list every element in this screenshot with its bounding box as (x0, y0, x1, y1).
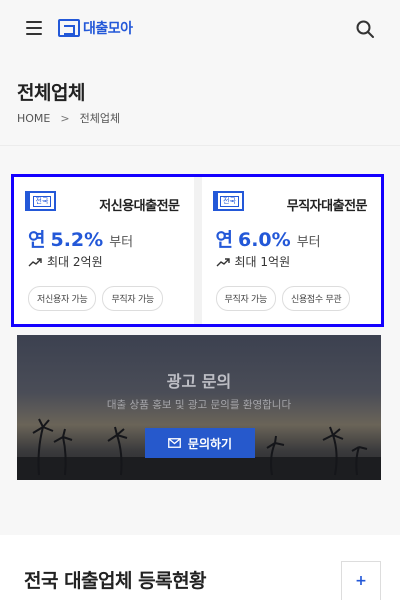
rate-value: 6.0% (237, 229, 291, 251)
tag: 저신용자 가능 (28, 286, 97, 311)
tag: 무직자 가능 (102, 286, 163, 311)
rate-line: 연 5.2% 부터 (28, 225, 133, 252)
lender-name: 무직자대출전문 (286, 199, 368, 214)
breadcrumb-current: 전체업체 (79, 112, 121, 125)
hamburger-menu-icon[interactable] (26, 21, 42, 35)
trending-up-icon (28, 257, 42, 266)
tag: 신용점수 무관 (281, 286, 351, 311)
rate-suffix: 부터 (109, 235, 134, 250)
tag-list: 저신용자 가능 무직자 가능 (28, 286, 163, 311)
limit-line: 최대 2억원 (28, 253, 103, 270)
ad-title: 광고 문의 (166, 372, 232, 391)
logo[interactable]: 대출모아 (58, 18, 133, 38)
tag-list: 무직자 가능 신용점수 무관 (215, 286, 351, 311)
search-icon[interactable] (355, 19, 375, 39)
breadcrumb-separator: > (60, 111, 70, 125)
region-badge: 전국 (212, 191, 244, 211)
loan-limit: 최대 1억원 (234, 255, 291, 269)
lender-card[interactable]: 전국 저신용대출전문 연 5.2% 부터 최대 2억원 저신용자 가능 무직자 … (14, 177, 194, 324)
rate-prefix: 연 (215, 229, 233, 251)
rate-prefix: 연 (28, 229, 46, 251)
rate-suffix: 부터 (296, 235, 321, 250)
region-badge: 전국 (25, 191, 56, 211)
trending-up-icon (216, 257, 230, 266)
breadcrumb: HOME > 전체업체 (17, 110, 120, 126)
mail-icon (168, 438, 181, 448)
rate-value: 5.2% (50, 229, 104, 251)
header: 대출모아 (0, 0, 400, 60)
logo-mark-icon (58, 19, 80, 37)
page-title: 전체업체 (17, 82, 85, 104)
ad-subtitle: 대출 상품 홍보 및 광고 문의를 환영합니다 (106, 399, 292, 411)
inquiry-button-label: 문의하기 (187, 436, 233, 451)
lender-cards: 전국 저신용대출전문 연 5.2% 부터 최대 2억원 저신용자 가능 무직자 … (11, 174, 384, 327)
section-title: 전국 대출업체 등록현황 (24, 570, 207, 592)
lender-card[interactable]: 전국 무직자대출전문 연 6.0% 부터 최대 1억원 무직자 가능 신용점수 … (193, 177, 381, 324)
inquiry-button[interactable]: 문의하기 (145, 428, 255, 458)
divider (0, 145, 400, 146)
rate-line: 연 6.0% 부터 (216, 225, 321, 252)
lender-name: 저신용대출전문 (99, 199, 180, 214)
tag: 무직자 가능 (215, 286, 276, 311)
breadcrumb-home[interactable]: HOME (17, 112, 50, 125)
registration-status-section: 전국 대출업체 등록현황 + (0, 535, 400, 600)
limit-line: 최대 1억원 (216, 253, 291, 270)
logo-text: 대출모아 (83, 20, 133, 36)
loan-limit: 최대 2억원 (47, 255, 103, 269)
more-button[interactable]: + (341, 561, 381, 600)
ad-banner: 광고 문의 대출 상품 홍보 및 광고 문의를 환영합니다 문의하기 (17, 335, 381, 480)
